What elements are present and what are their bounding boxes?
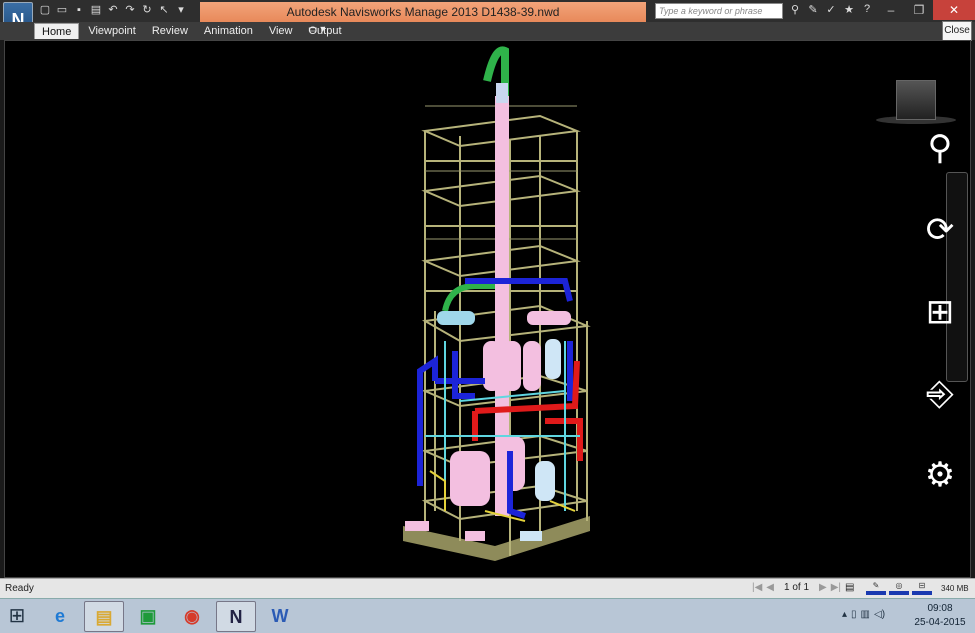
ribbon: Home Viewpoint Review Animation View Out… (0, 22, 975, 40)
dropdown-icon[interactable]: ▾ (174, 3, 188, 17)
close-tooltip: Close (942, 21, 972, 41)
show-hidden-icons-icon[interactable]: ▴ (842, 609, 847, 620)
first-page-icon[interactable]: |◀ (752, 582, 762, 593)
star-icon[interactable]: ★ (842, 3, 856, 16)
save-icon[interactable]: ▪ (72, 3, 86, 17)
ribbon-tabs: Home Viewpoint Review Animation View Out… (34, 23, 349, 39)
clock[interactable]: 09:08 25-04-2015 (914, 602, 966, 630)
page-indicator: 1 of 1 (784, 582, 810, 593)
restore-button[interactable]: ❐ (905, 0, 933, 20)
3d-viewport[interactable] (4, 40, 971, 578)
pencil-indicator-icon: ✎ (866, 581, 886, 595)
word-icon[interactable]: W (260, 601, 300, 632)
help-toolbar: ⚲ ✎ ✓ ★ ? (788, 3, 874, 16)
web-server-indicator-icon: ⊟ (912, 581, 932, 595)
clock-date: 25-04-2015 (914, 617, 966, 628)
subscription-icon[interactable]: ✓ (824, 3, 838, 16)
window-title: Autodesk Navisworks Manage 2013 D1438-39… (200, 2, 646, 22)
status-bar: Ready |◀ ◀ 1 of 1 ▶ ▶| ▤ ✎ ◎ ⊟ 340 MB (0, 578, 975, 598)
internet-explorer-icon[interactable]: e (40, 601, 80, 632)
tab-home[interactable]: Home (34, 23, 80, 39)
viewcube[interactable] (896, 80, 936, 120)
next-page-icon[interactable]: ▶ (819, 582, 827, 593)
navigation-bar[interactable] (946, 172, 968, 382)
start-button-icon[interactable]: ⊞ (6, 605, 28, 627)
prev-page-icon[interactable]: ◀ (766, 582, 774, 593)
minimize-button[interactable]: – (877, 0, 905, 20)
devices-icon[interactable]: ⎆ (920, 374, 960, 414)
network-icon[interactable]: ▥ (861, 609, 870, 620)
new-icon[interactable]: ▢ (38, 3, 52, 17)
help-icon[interactable]: ? (860, 3, 874, 16)
wrench-icon[interactable]: ✎ (806, 3, 820, 16)
plant-model[interactable] (5, 41, 971, 578)
system-tray: ▴ ▯ ▥ ◁) (842, 609, 885, 620)
close-button[interactable]: ✕ (933, 0, 975, 20)
refresh-icon[interactable]: ↻ (140, 3, 154, 17)
search-input[interactable]: Type a keyword or phrase (655, 3, 783, 19)
sheet-pager: |◀ ◀ 1 of 1 ▶ ▶| ▤ (752, 582, 854, 593)
file-explorer-icon[interactable]: ▤ (84, 601, 124, 632)
memory-usage: 340 MB (941, 584, 969, 593)
chrome-icon[interactable]: ◉ (172, 601, 212, 632)
last-page-icon[interactable]: ▶| (831, 582, 841, 593)
share-icon[interactable]: ⟳ (920, 210, 960, 250)
performance-indicators: ✎ ◎ ⊟ (866, 581, 932, 595)
quick-access-toolbar: ▢ ▭ ▪ ▤ ↶ ↷ ↻ ↖ ▾ (38, 3, 188, 17)
navisworks-icon[interactable]: N (216, 601, 256, 632)
print-icon[interactable]: ▤ (89, 3, 103, 17)
title-bar: N ▢ ▭ ▪ ▤ ↶ ↷ ↻ ↖ ▾ Autodesk Navisworks … (0, 0, 975, 38)
tab-animation[interactable]: Animation (197, 23, 260, 39)
binoculars-icon[interactable]: ⚲ (788, 3, 802, 16)
clock-time: 09:08 (927, 603, 953, 614)
ribbon-minimize-toggle[interactable]: ▭ ▾ (308, 24, 325, 35)
store-icon[interactable]: ▣ (128, 601, 168, 632)
open-icon[interactable]: ▭ (55, 3, 69, 17)
disk-indicator-icon: ◎ (889, 581, 909, 595)
windows-taskbar: ⊞ e ▤ ▣ ◉ N W ▴ ▯ ▥ ◁) 09:08 25-04-2015 (0, 598, 975, 633)
select-icon[interactable]: ↖ (157, 3, 171, 17)
tab-view[interactable]: View (262, 23, 300, 39)
redo-icon[interactable]: ↷ (123, 3, 137, 17)
sheet-list-icon[interactable]: ▤ (845, 582, 854, 593)
search-icon[interactable]: ⚲ (920, 128, 960, 168)
window-controls: – ❐ ✕ (877, 0, 975, 20)
volume-icon[interactable]: ◁) (874, 609, 885, 620)
status-text: Ready (5, 583, 34, 594)
settings-icon[interactable]: ⚙ (920, 455, 960, 495)
undo-icon[interactable]: ↶ (106, 3, 120, 17)
start-charm-icon[interactable]: ⊞ (920, 292, 960, 332)
tab-viewpoint[interactable]: Viewpoint (81, 23, 143, 39)
battery-icon[interactable]: ▯ (851, 609, 857, 620)
tab-review[interactable]: Review (145, 23, 195, 39)
